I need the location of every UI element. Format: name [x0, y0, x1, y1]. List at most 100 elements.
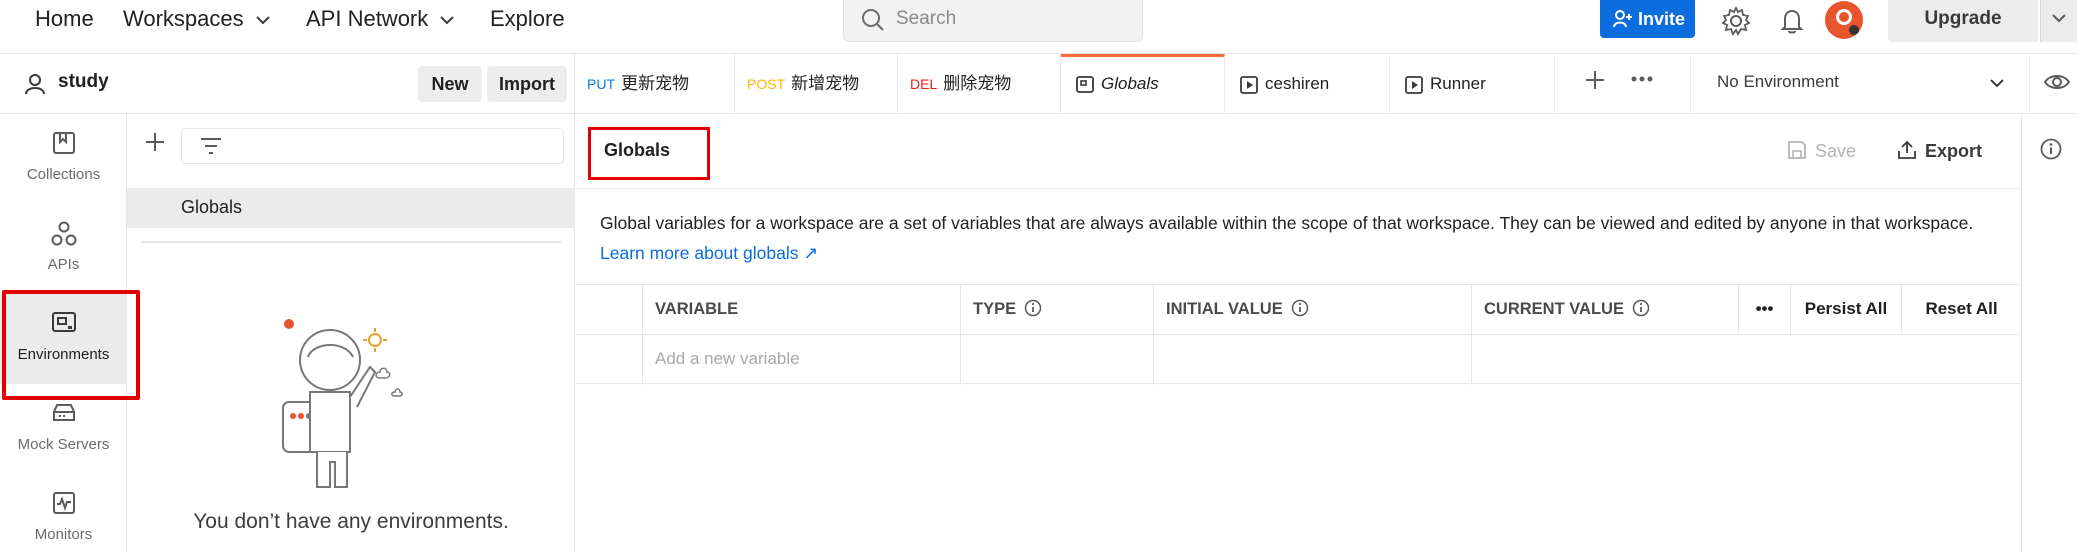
sidebar-item-label: Monitors — [34, 526, 93, 543]
globals-label: Globals — [181, 197, 243, 217]
filter-icon — [201, 138, 221, 154]
initial-value-cell[interactable] — [1153, 335, 1471, 385]
plus-icon[interactable] — [143, 130, 167, 154]
environment-selector-value: No Environment — [1717, 72, 1839, 91]
user-icon — [25, 74, 45, 95]
tab-post-request[interactable]: POST 新增宠物 — [735, 54, 898, 114]
search-icon — [862, 9, 884, 31]
sidebar-item-apis[interactable]: APIs — [0, 204, 127, 294]
info-icon[interactable] — [2040, 138, 2062, 160]
tab-put-request[interactable]: PUT 更新宠物 — [575, 54, 735, 114]
column-initial-value: INITIAL VALUE — [1153, 285, 1471, 335]
right-context-bar — [2021, 114, 2077, 552]
more-icon[interactable] — [1630, 74, 1654, 84]
chevron-down-icon — [440, 16, 455, 25]
add-user-icon — [1613, 10, 1632, 28]
environment-selector[interactable]: No Environment — [1690, 54, 2030, 114]
invite-button[interactable]: Invite — [1600, 0, 1695, 38]
upgrade-dropdown-button[interactable] — [2040, 0, 2077, 42]
column-variable: VARIABLE — [642, 285, 960, 335]
column-current-value: CURRENT VALUE — [1471, 285, 1738, 335]
save-button[interactable]: Save — [1787, 140, 1856, 162]
nav-api-network[interactable]: API Network — [306, 0, 455, 38]
column-type-label: TYPE — [973, 300, 1017, 318]
tab-globals[interactable]: Globals — [1061, 54, 1225, 114]
settings-icon[interactable] — [1720, 5, 1752, 37]
avatar[interactable] — [1825, 1, 1863, 39]
persist-all-button[interactable]: Persist All — [1790, 285, 1901, 335]
column-current-value-label: CURRENT VALUE — [1484, 300, 1624, 318]
globals-editor: Globals Save Export Global variables for… — [575, 114, 2021, 552]
nav-workspaces[interactable]: Workspaces — [123, 0, 270, 38]
method-badge: DEL — [910, 76, 938, 92]
invite-label: Invite — [1638, 9, 1686, 29]
add-tab-icon[interactable] — [1583, 68, 1607, 92]
sidebar-item-collections[interactable]: Collections — [0, 114, 127, 204]
chevron-down-icon — [1990, 79, 2004, 88]
save-label: Save — [1815, 141, 1857, 161]
chevron-down-icon — [256, 16, 270, 25]
chevron-down-icon — [2052, 14, 2066, 23]
sidebar-item-monitors[interactable]: Monitors — [0, 474, 127, 552]
table-cell — [575, 335, 642, 385]
table-cell — [575, 285, 642, 335]
tab-label: 更新宠物 — [621, 74, 689, 93]
globals-list-item[interactable]: Globals — [127, 188, 575, 228]
export-label: Export — [1925, 141, 1983, 161]
divider — [575, 188, 2021, 189]
sidebar-item-label: APIs — [47, 256, 80, 273]
tab-label: ceshiren — [1265, 74, 1330, 93]
column-initial-value-label: INITIAL VALUE — [1166, 300, 1283, 318]
search-input[interactable]: Search — [843, 0, 1143, 42]
nav-explore[interactable]: Explore — [490, 0, 565, 38]
export-icon — [1898, 140, 1916, 159]
monitors-icon — [52, 492, 75, 514]
highlight-box — [2, 290, 140, 400]
upgrade-button[interactable]: Upgrade — [1888, 0, 2038, 42]
info-icon[interactable] — [1024, 299, 1042, 317]
save-icon — [1788, 141, 1806, 159]
bell-icon[interactable] — [1776, 5, 1808, 37]
apis-icon — [51, 221, 76, 246]
collections-icon — [52, 132, 75, 154]
column-type: TYPE — [960, 285, 1153, 335]
info-icon[interactable] — [1632, 299, 1650, 317]
new-button[interactable]: New — [418, 66, 482, 102]
astronaut-illustration — [282, 319, 403, 488]
eye-icon[interactable] — [2044, 72, 2070, 92]
environments-icon — [1076, 75, 1094, 93]
top-bar: Home Workspaces API Network Explore Sear… — [0, 0, 2077, 54]
empty-state-message: You don’t have any environments. — [193, 510, 509, 533]
table-row: Add a new variable — [575, 334, 2021, 385]
runner-icon — [1240, 75, 1258, 94]
tab-delete-request[interactable]: DEL 删除宠物 — [898, 54, 1061, 114]
search-placeholder: Search — [896, 8, 957, 29]
more-actions-button[interactable]: ••• — [1738, 285, 1790, 335]
filter-input[interactable] — [181, 128, 564, 164]
info-icon[interactable] — [1291, 299, 1309, 317]
import-button[interactable]: Import — [487, 66, 567, 102]
tab-strip: PUT 更新宠物 POST 新增宠物 DEL 删除宠物 Globals ceshire… — [575, 54, 2077, 114]
tab-runner[interactable]: Runner — [1390, 54, 1555, 114]
description: Global variables for a workspace are a s… — [600, 208, 2000, 268]
description-text: Global variables for a workspace are a s… — [600, 213, 1974, 233]
sidebar-item-label: Mock Servers — [17, 436, 110, 453]
method-badge: POST — [747, 76, 786, 92]
workspace-name[interactable]: study — [58, 71, 109, 93]
tab-label: 删除宠物 — [943, 74, 1012, 93]
divider — [141, 241, 561, 243]
tab-ceshiren[interactable]: ceshiren — [1225, 54, 1390, 114]
add-variable-input[interactable]: Add a new variable — [642, 335, 960, 385]
mock-servers-icon — [52, 404, 75, 421]
nav-home[interactable]: Home — [35, 0, 94, 38]
page-title: Globals — [604, 140, 671, 160]
nav-workspaces-label: Workspaces — [123, 6, 244, 31]
nav-api-network-label: API Network — [306, 6, 429, 31]
export-button[interactable]: Export — [1897, 140, 1982, 162]
learn-more-link[interactable]: Learn more about globals ↗ — [600, 243, 818, 263]
tab-label: Globals — [1101, 74, 1159, 93]
type-cell[interactable] — [960, 335, 1153, 385]
method-badge: PUT — [587, 76, 615, 92]
reset-all-button[interactable]: Reset All — [1901, 285, 2021, 335]
current-value-cell[interactable] — [1471, 335, 2021, 385]
